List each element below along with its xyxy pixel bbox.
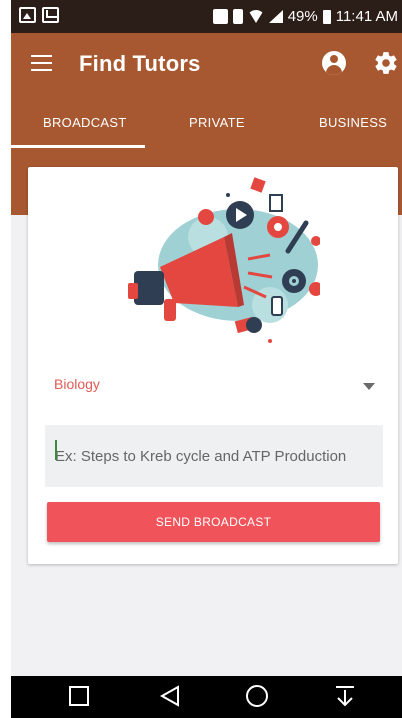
- tab-private[interactable]: PRIVATE: [189, 115, 245, 130]
- mail-notification-icon: [42, 7, 59, 23]
- broadcast-card: Biology SEND BROADCAST: [28, 167, 398, 564]
- download-icon[interactable]: [333, 684, 357, 708]
- gear-icon[interactable]: [373, 50, 399, 76]
- menu-icon[interactable]: [31, 55, 52, 71]
- send-broadcast-button[interactable]: SEND BROADCAST: [47, 502, 380, 542]
- app-title: Find Tutors: [79, 51, 201, 76]
- battery-icon: [322, 9, 331, 24]
- wifi-icon: [247, 10, 264, 23]
- vibrate-icon: [232, 9, 243, 24]
- image-notification-icon: [19, 7, 36, 23]
- status-bar: 49% 11:41 AM: [11, 0, 402, 33]
- tab-business[interactable]: BUSINESS: [319, 115, 387, 130]
- signal-icon: [268, 10, 283, 23]
- subject-dropdown[interactable]: Biology: [54, 373, 375, 399]
- home-icon[interactable]: [245, 684, 269, 708]
- tab-bar: BROADCAST PRIVATE BUSINESS: [11, 99, 402, 149]
- dropdown-arrow-icon: [363, 383, 375, 390]
- text-cursor: [55, 440, 57, 460]
- clock: 11:41 AM: [335, 8, 398, 25]
- subject-value: Biology: [54, 376, 100, 392]
- account-icon[interactable]: [322, 51, 346, 75]
- battery-percent: 49%: [287, 8, 318, 25]
- megaphone-illustration: [128, 177, 320, 343]
- app-bar: Find Tutors: [11, 33, 402, 99]
- device-screen: 49% 11:41 AM Find Tutors BROADCAST PRIVA…: [11, 0, 402, 718]
- system-nav-bar: [11, 676, 402, 718]
- question-input[interactable]: [45, 425, 383, 487]
- tab-broadcast[interactable]: BROADCAST: [43, 115, 127, 130]
- tab-indicator: [11, 145, 145, 148]
- nfc-icon: [212, 9, 228, 24]
- back-icon[interactable]: [158, 684, 182, 708]
- recent-apps-icon[interactable]: [69, 686, 89, 706]
